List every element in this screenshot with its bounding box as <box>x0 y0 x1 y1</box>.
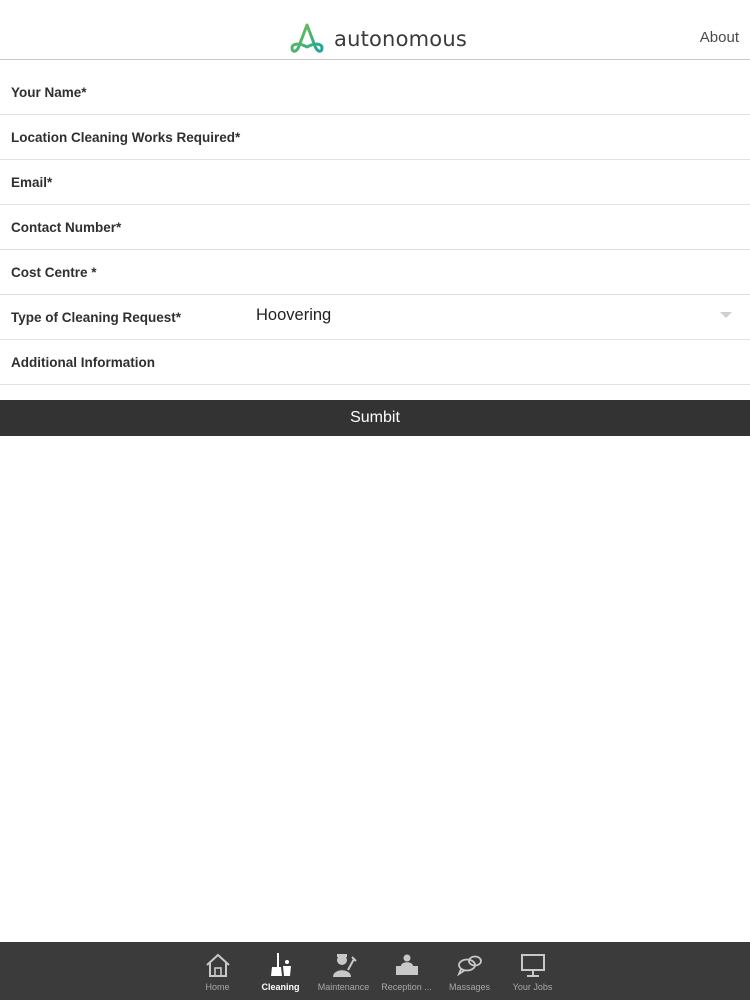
tab-home[interactable]: Home <box>186 942 249 1000</box>
logo-text: autonomous <box>334 27 467 51</box>
cleaning-request-screen: autonomous About Your Name* Location Cle… <box>0 0 750 1000</box>
cleaning-icon <box>270 953 291 976</box>
autonomous-logo-icon <box>290 23 324 53</box>
cleaning-type-value[interactable]: Hoovering <box>256 306 331 325</box>
contact-number-row: Contact Number* <box>0 205 750 250</box>
contact-number-input[interactable] <box>250 211 734 245</box>
about-link[interactable]: About <box>700 29 739 46</box>
cost-centre-input[interactable] <box>250 256 734 290</box>
additional-info-input[interactable] <box>250 346 734 380</box>
tab-maintenance-label: Maintenance <box>317 982 370 992</box>
tab-your-jobs[interactable]: Your Jobs <box>501 942 564 1000</box>
tab-massages-label: Massages <box>448 982 491 992</box>
home-icon <box>205 953 230 977</box>
autonomous-logo: autonomous <box>290 22 467 56</box>
location-label: Location Cleaning Works Required* <box>11 130 241 145</box>
monitor-icon <box>520 954 545 977</box>
email-label: Email* <box>11 175 53 190</box>
cost-centre-label: Cost Centre * <box>11 265 97 280</box>
tab-reception-label: Reception ... <box>381 982 432 992</box>
your-name-input[interactable] <box>250 76 734 110</box>
cost-centre-row: Cost Centre * <box>0 250 750 295</box>
submit-button[interactable]: Sumbit <box>0 400 750 436</box>
your-name-label: Your Name* <box>11 85 87 100</box>
chevron-down-icon[interactable] <box>720 312 732 318</box>
cleaning-request-form: Your Name* Location Cleaning Works Requi… <box>0 70 750 385</box>
maintenance-icon <box>332 954 357 977</box>
location-row: Location Cleaning Works Required* <box>0 115 750 160</box>
tab-home-label: Home <box>205 982 230 992</box>
contact-number-label: Contact Number* <box>11 220 122 235</box>
email-row: Email* <box>0 160 750 205</box>
tab-reception[interactable]: Reception ... <box>375 942 438 1000</box>
tab-your-jobs-label: Your Jobs <box>512 982 553 992</box>
tab-massages[interactable]: Massages <box>438 942 501 1000</box>
your-name-row: Your Name* <box>0 70 750 115</box>
cleaning-type-label: Type of Cleaning Request* <box>11 310 182 325</box>
tab-cleaning[interactable]: Cleaning <box>249 942 312 1000</box>
location-input[interactable] <box>250 121 734 155</box>
chat-icon <box>456 955 482 977</box>
email-input[interactable] <box>250 166 734 200</box>
additional-info-label: Additional Information <box>11 355 155 370</box>
cleaning-type-row: Type of Cleaning Request* Hoovering <box>0 295 750 340</box>
app-header: autonomous About <box>0 0 750 60</box>
tab-maintenance[interactable]: Maintenance <box>312 942 375 1000</box>
additional-info-row: Additional Information <box>0 340 750 385</box>
tab-cleaning-label: Cleaning <box>261 982 300 992</box>
reception-icon <box>395 954 418 975</box>
bottom-tab-bar: Home Cleaning Maintenance Reception ... … <box>0 942 750 1000</box>
